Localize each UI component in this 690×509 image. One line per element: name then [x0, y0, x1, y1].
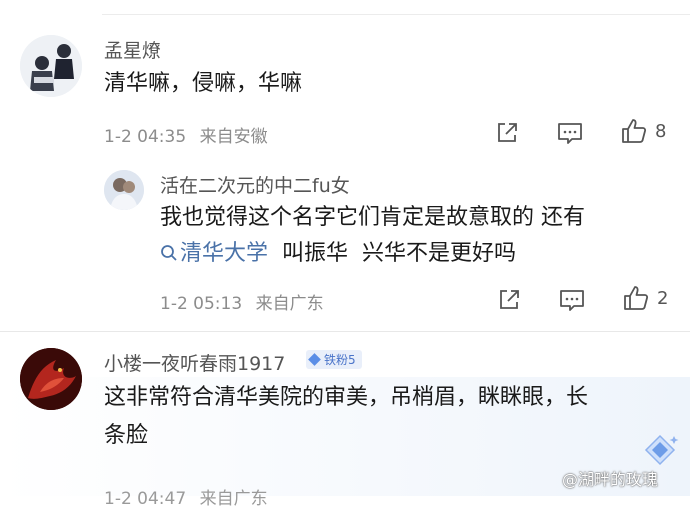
comment-icon	[558, 123, 582, 144]
comment-location: 来自安徽	[199, 127, 268, 147]
comment-text-line-1: 我也觉得这个名字它们肯定是故意取的 还有	[160, 205, 585, 230]
like-count: 8	[655, 120, 667, 142]
fan-badge-label: 铁粉5	[324, 353, 356, 367]
username[interactable]: 活在二次元的中二fu女	[160, 171, 350, 198]
comment-text-line-2: 清华大学 叫振华 兴华不是更好吗	[160, 236, 516, 272]
comment-meta: 1-2 05:13 来自广东	[160, 289, 332, 314]
diamond-icon	[308, 353, 321, 366]
username[interactable]: 小楼一夜听春雨1917	[104, 349, 285, 376]
comment-date: 1-2 05:13	[160, 294, 243, 314]
avatar-image	[20, 35, 82, 97]
comment-location: 来自广东	[199, 489, 268, 509]
comment-meta: 1-2 04:47 来自广东	[104, 484, 276, 509]
share-button[interactable]	[495, 121, 519, 145]
like-button[interactable]: 8	[621, 118, 666, 144]
username[interactable]: 孟星燎	[104, 36, 161, 63]
avatar[interactable]	[20, 348, 82, 410]
comment-divider	[0, 331, 690, 332]
share-icon	[500, 290, 519, 309]
reply-button[interactable]	[559, 288, 585, 312]
avatar-image	[104, 170, 144, 210]
search-icon	[161, 245, 177, 261]
share-icon	[498, 123, 517, 142]
avatar[interactable]	[20, 35, 82, 97]
like-button[interactable]: 2	[623, 285, 668, 311]
topic-link[interactable]: 清华大学	[160, 241, 268, 266]
like-count: 2	[657, 287, 669, 309]
share-button[interactable]	[497, 288, 521, 312]
comment-date: 1-2 04:47	[104, 489, 187, 509]
avatar-image	[20, 348, 82, 410]
watermark: @湖畔的玫瑰	[562, 470, 659, 489]
fan-badge: 铁粉5	[306, 350, 362, 369]
top-divider	[102, 14, 690, 15]
topic-label: 清华大学	[180, 241, 269, 266]
avatar[interactable]	[104, 170, 144, 210]
comment-text-line-2: 条脸	[104, 423, 149, 448]
comment-text: 清华嘛，侵嘛，华嘛	[104, 71, 303, 96]
reply-button[interactable]	[557, 121, 583, 145]
comment-date: 1-2 04:35	[104, 127, 187, 147]
comment-text-line-1: 这非常符合清华美院的审美，吊梢眉，眯眯眼，长	[104, 385, 589, 410]
thumbs-up-icon	[624, 286, 649, 310]
comment-icon	[560, 290, 584, 311]
comment-text-rest: 叫振华 兴华不是更好吗	[268, 241, 516, 266]
comment-meta: 1-2 04:35 来自安徽	[104, 122, 276, 147]
comment-location: 来自广东	[255, 294, 324, 314]
thumbs-up-icon	[622, 119, 647, 143]
